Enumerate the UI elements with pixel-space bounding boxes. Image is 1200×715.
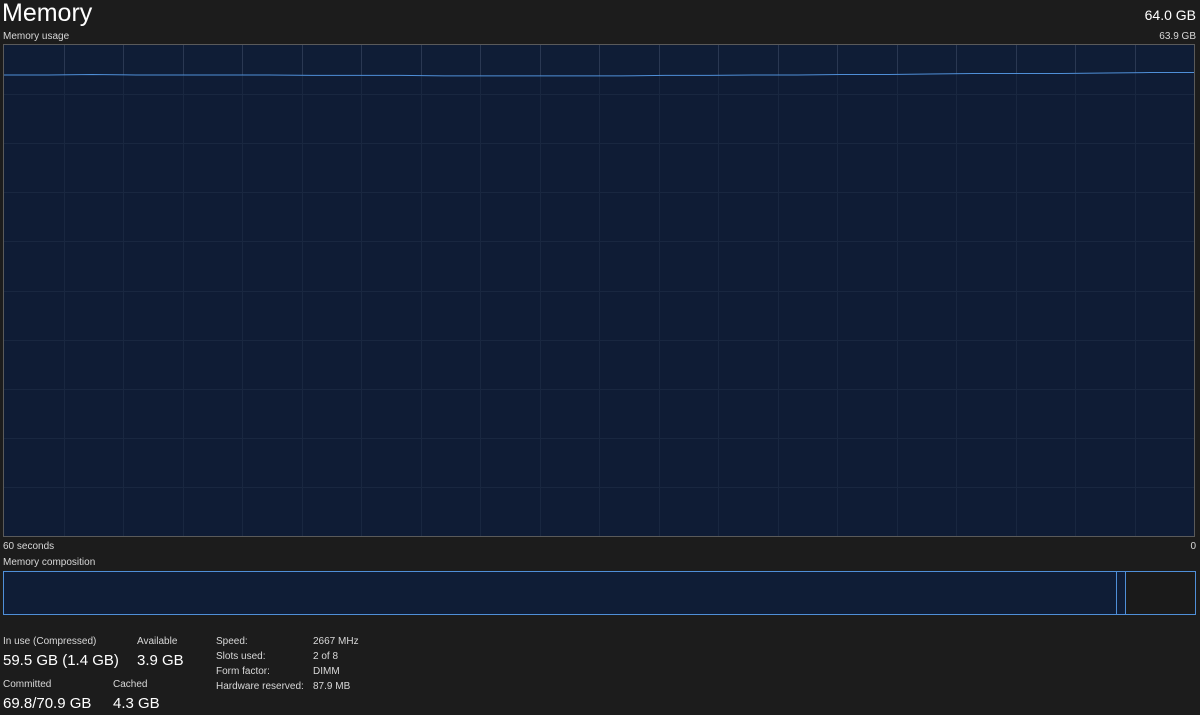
memory-composition-bar	[3, 571, 1196, 615]
available-value: 3.9 GB	[137, 652, 184, 669]
committed-value: 69.8/70.9 GB	[3, 695, 92, 712]
hardware-reserved-label: Hardware reserved:	[216, 681, 304, 692]
total-capacity: 64.0 GB	[1144, 7, 1196, 23]
memory-usage-graph	[3, 44, 1195, 537]
cached-label: Cached	[113, 679, 148, 690]
composition-in-use-segment	[4, 572, 1117, 614]
memory-usage-chart	[4, 45, 1194, 536]
available-label: Available	[137, 636, 178, 647]
slots-value: 2 of 8	[313, 651, 339, 662]
memory-composition-label: Memory composition	[3, 557, 96, 568]
in-use-value: 59.5 GB (1.4 GB)	[3, 652, 119, 669]
time-end-label: 0	[1190, 541, 1196, 552]
hardware-reserved-value: 87.9 MB	[313, 681, 351, 692]
time-span-label: 60 seconds	[3, 541, 55, 552]
speed-label: Speed:	[216, 636, 248, 647]
page-title: Memory	[2, 0, 93, 27]
graph-max-label: 63.9 GB	[1159, 31, 1196, 42]
committed-label: Committed	[3, 679, 52, 690]
slots-label: Slots used:	[216, 651, 266, 662]
speed-value: 2667 MHz	[313, 636, 359, 647]
in-use-label: In use (Compressed)	[3, 636, 97, 647]
cached-value: 4.3 GB	[113, 695, 160, 712]
composition-modified-segment	[1117, 572, 1126, 614]
form-factor-label: Form factor:	[216, 666, 270, 677]
usage-area	[4, 72, 1194, 536]
form-factor-value: DIMM	[313, 666, 340, 677]
memory-usage-label: Memory usage	[3, 31, 70, 42]
